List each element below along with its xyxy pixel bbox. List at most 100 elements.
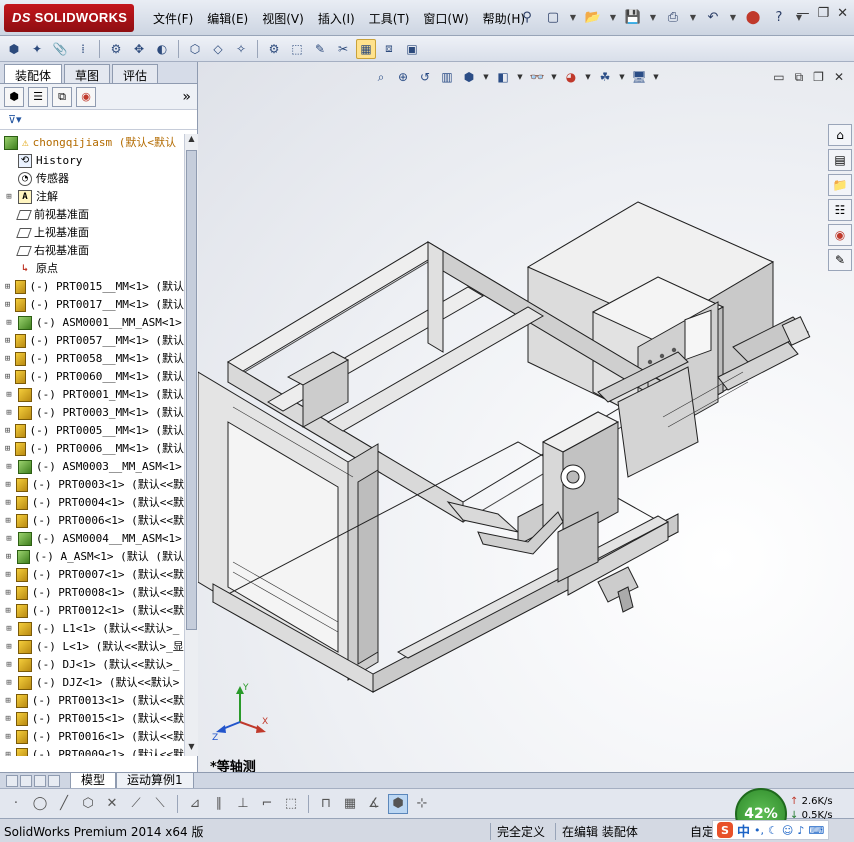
menu-view[interactable]: 视图(V)	[255, 8, 311, 28]
open-dropdown-icon[interactable]: ▼	[608, 6, 618, 28]
mirror-icon[interactable]: ⟍	[150, 794, 170, 814]
ime-keyboard-icon[interactable]: ⌨	[808, 824, 824, 837]
appearances-icon[interactable]: ◉	[828, 224, 852, 246]
tree-item[interactable]: ⟲ History	[0, 152, 184, 170]
save-icon[interactable]: 💾	[622, 6, 644, 28]
insert-component-icon[interactable]: ⬢	[4, 39, 24, 59]
tree-component-row[interactable]: ⊞ (-) PRT0016<1> (默认<<默	[0, 728, 184, 746]
tree-component-row[interactable]: ⊞ (-) ASM0004__MM_ASM<1>	[0, 530, 184, 548]
tree-component-row[interactable]: ⊞ (-) ASM0003__MM_ASM<1>	[0, 458, 184, 476]
view-palette-icon[interactable]: ☷	[828, 199, 852, 221]
explode-line-icon[interactable]: ✎	[310, 39, 330, 59]
customize-status[interactable]: 自定	[690, 823, 714, 840]
sogou-logo-icon[interactable]: S	[717, 822, 733, 838]
reference-geometry-icon[interactable]: ◇	[208, 39, 228, 59]
offset-icon[interactable]: ⟋	[126, 794, 146, 814]
tree-expander[interactable]: ⊞	[4, 746, 12, 756]
previous-view-icon[interactable]: ↺	[416, 68, 434, 86]
coordinate-icon[interactable]: ⊹	[412, 794, 432, 814]
tree-expander[interactable]: ⊞	[4, 386, 14, 404]
view-orientation-dropdown-icon[interactable]: ▼	[482, 68, 490, 86]
design-library-icon[interactable]: ▤	[828, 149, 852, 171]
first-tab-icon[interactable]	[6, 774, 18, 787]
view-settings-icon[interactable]: 🖥	[630, 68, 648, 86]
menu-insert[interactable]: 插入(I)	[311, 8, 362, 28]
undo-dropdown-icon[interactable]: ▼	[728, 6, 738, 28]
display-style-icon[interactable]: ◧	[494, 68, 512, 86]
minimize-icon[interactable]: —	[796, 6, 809, 21]
tree-component-row[interactable]: ⊞ (-) A_ASM<1> (默认 (默认	[0, 548, 184, 566]
view-settings-dropdown-icon[interactable]: ▼	[652, 68, 660, 86]
tree-component-row[interactable]: ⊞ (-) PRT0007<1> (默认<<默	[0, 566, 184, 584]
tree-item[interactable]: 上视基准面	[0, 224, 184, 242]
tree-expander[interactable]: ⊞	[4, 710, 12, 728]
close-icon[interactable]: ✕	[837, 6, 848, 21]
tree-expander[interactable]: ⊞	[4, 602, 12, 620]
print-icon[interactable]: ⎙	[662, 6, 684, 28]
angle-icon[interactable]: ∡	[364, 794, 384, 814]
tree-expander[interactable]: ⊞	[4, 674, 14, 692]
tree-expander[interactable]: ⊞	[4, 458, 14, 476]
tree-expander[interactable]: ⊞	[4, 512, 12, 530]
tree-component-row[interactable]: ⊞ (-) PRT0009<1> (默认<<默	[0, 746, 184, 756]
hide-show-items-icon[interactable]: 👓	[528, 68, 546, 86]
tab-evaluate[interactable]: 评估	[112, 64, 159, 83]
assembly-model[interactable]	[198, 62, 854, 772]
tree-item[interactable]: ↳ 原点	[0, 260, 184, 278]
new-dropdown-icon[interactable]: ▼	[568, 6, 578, 28]
large-assembly-mode-icon[interactable]: ▣	[402, 39, 422, 59]
tree-root[interactable]: ⚠ chongqijiasm (默认<默认	[0, 134, 184, 152]
help-icon[interactable]: ?	[768, 6, 790, 28]
property-manager-icon[interactable]: ☰	[28, 86, 48, 107]
tree-component-row[interactable]: ⊞ (-) PRT0060__MM<1> (默认	[0, 368, 184, 386]
assembly-features-icon[interactable]: ⬡	[185, 39, 205, 59]
solidworks-resources-icon[interactable]: ⌂	[828, 124, 852, 146]
ime-voice-icon[interactable]: ♪	[797, 824, 804, 837]
print-dropdown-icon[interactable]: ▼	[688, 6, 698, 28]
tree-item[interactable]: 前视基准面	[0, 206, 184, 224]
parallel-icon[interactable]: ∥	[209, 794, 229, 814]
tree-component-row[interactable]: ⊞ (-) PRT0005__MM<1> (默认	[0, 422, 184, 440]
polygon-icon[interactable]: ⬡	[78, 794, 98, 814]
prev-tab-icon[interactable]	[20, 774, 32, 787]
scroll-down-icon[interactable]: ▼	[185, 742, 198, 756]
tree-component-row[interactable]: ⊞ (-) PRT0017__MM<1> (默认	[0, 296, 184, 314]
menu-edit[interactable]: 编辑(E)	[200, 8, 255, 28]
tree-expander[interactable]: ⊞	[4, 404, 14, 422]
custom-properties-icon[interactable]: ✎	[828, 249, 852, 271]
mate-icon[interactable]: 📎	[50, 39, 70, 59]
tree-component-row[interactable]: ⊞ (-) PRT0004<1> (默认<<默	[0, 494, 184, 512]
tree-component-row[interactable]: ⊞ (-) PRT0006<1> (默认<<默	[0, 512, 184, 530]
point-icon[interactable]: ·	[6, 794, 26, 814]
tree-expander[interactable]: ⊞	[4, 494, 12, 512]
smart-fasteners-icon[interactable]: ⚙	[106, 39, 126, 59]
tree-component-row[interactable]: ⊞ (-) PRT0003<1> (默认<<默	[0, 476, 184, 494]
tab-motion-study[interactable]: 运动算例1	[116, 772, 194, 789]
tree-component-row[interactable]: ⊞ (-) PRT0015__MM<1> (默认	[0, 278, 184, 296]
tree-item[interactable]: ⊞ A 注解	[0, 188, 184, 206]
menu-window[interactable]: 窗口(W)	[416, 8, 475, 28]
tree-component-row[interactable]: ⊞ (-) PRT0012<1> (默认<<默	[0, 602, 184, 620]
tree-component-row[interactable]: ⊞ (-) DJ<1> (默认<<默认>_	[0, 656, 184, 674]
last-tab-icon[interactable]	[48, 774, 60, 787]
circle-icon[interactable]: ◯	[30, 794, 50, 814]
tree-component-row[interactable]: ⊞ (-) PRT0006__MM<1> (默认	[0, 440, 184, 458]
tree-expander[interactable]: ⊞	[4, 728, 12, 746]
restore-icon[interactable]: ❐	[817, 6, 829, 21]
apply-scene-icon[interactable]: ☘	[596, 68, 614, 86]
scrollbar-thumb[interactable]	[186, 150, 197, 630]
tree-component-row[interactable]: ⊞ (-) L1<1> (默认<<默认>_	[0, 620, 184, 638]
tab-model[interactable]: 模型	[70, 772, 117, 789]
tree-item[interactable]: 右视基准面	[0, 242, 184, 260]
tree-item[interactable]: ◔ 传感器	[0, 170, 184, 188]
tree-expander[interactable]: ⊞	[4, 440, 11, 458]
tree-expander[interactable]: ⊞	[4, 656, 14, 674]
viewport-tile-icon[interactable]: ⧉	[795, 70, 804, 85]
ime-emoji-icon[interactable]: ☺	[782, 824, 793, 837]
feature-manager-tree-icon[interactable]: ⬢	[4, 86, 24, 107]
tree-component-row[interactable]: ⊞ (-) PRT0013<1> (默认<<默	[0, 692, 184, 710]
tree-component-row[interactable]: ⊞ (-) PRT0015<1> (默认<<默	[0, 710, 184, 728]
tree-expander[interactable]: ⊞	[4, 548, 13, 566]
scroll-up-icon[interactable]: ▲	[185, 134, 198, 148]
appearance-dropdown-icon[interactable]: ▼	[584, 68, 592, 86]
